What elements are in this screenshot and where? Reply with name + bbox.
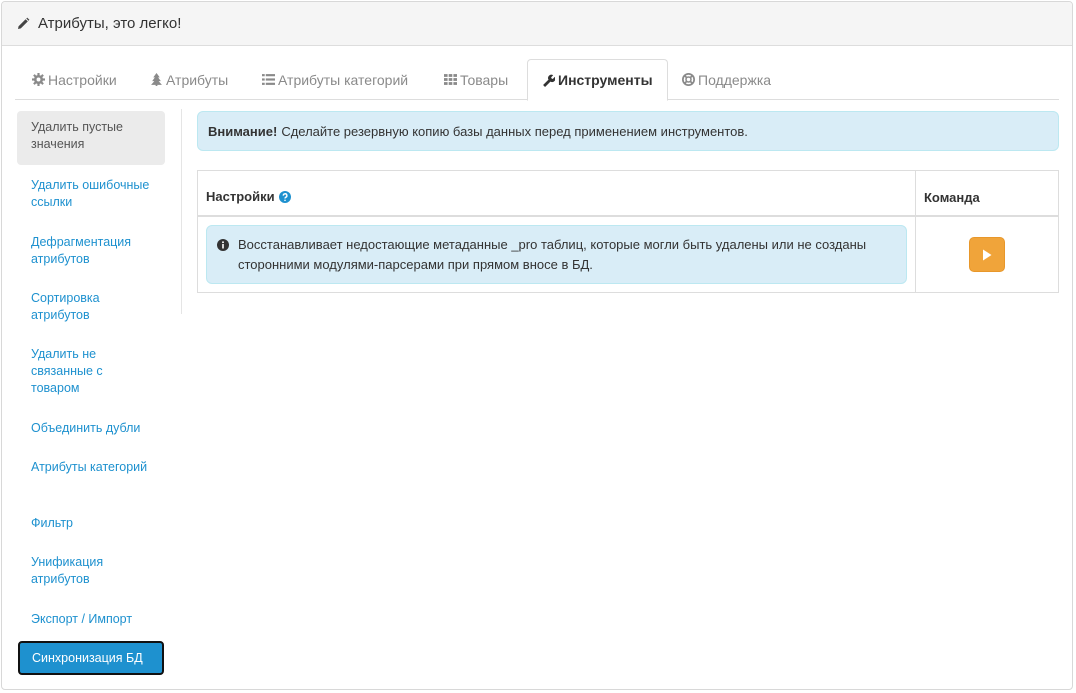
sidebar-item-export-import[interactable]: Экспорт / Импорт: [17, 603, 165, 636]
info-icon: [217, 239, 229, 251]
grid-icon: [444, 74, 457, 85]
tools-table: Настройки Команда Восстанавливает недост…: [197, 170, 1059, 293]
tab-label: Товары: [460, 71, 509, 88]
sidebar-item-remove-empty[interactable]: Удалить пустые значения: [17, 111, 165, 165]
tab-attributes[interactable]: Атрибуты: [150, 59, 228, 100]
help-icon[interactable]: [278, 190, 291, 203]
sidebar-item-filter[interactable]: Фильтр: [17, 507, 165, 540]
tab-tools[interactable]: Инструменты: [527, 59, 668, 101]
gear-icon: [32, 73, 45, 86]
column-header-settings-label: Настройки: [206, 189, 275, 204]
tool-description: Восстанавливает недостающие метаданные _…: [206, 225, 907, 284]
header-divider: [198, 215, 1058, 217]
tab-settings[interactable]: Настройки: [32, 59, 117, 100]
tab-label: Инструменты: [558, 72, 653, 88]
tab-category-attributes[interactable]: Атрибуты категорий: [262, 59, 408, 100]
sidebar-item-db-sync[interactable]: Синхронизация БД: [18, 641, 164, 675]
sidebar-item-merge-duplicates[interactable]: Объединить дубли: [17, 412, 165, 445]
tree-icon: [151, 73, 162, 86]
tool-description-text: Восстанавливает недостающие метаданные _…: [238, 237, 867, 272]
tab-support[interactable]: Поддержка: [682, 59, 771, 100]
alert-strong: Внимание!: [208, 123, 278, 139]
run-button[interactable]: [969, 237, 1005, 272]
page-title: Атрибуты, это легко!: [38, 15, 182, 32]
tab-label: Поддержка: [698, 71, 772, 88]
sidebar-item-remove-unlinked[interactable]: Удалить не связанные с товаром: [17, 338, 165, 405]
column-header-command: Команда: [924, 190, 980, 205]
column-header-settings: Настройки: [206, 189, 291, 204]
list-icon: [262, 74, 275, 85]
sidebar-item-sort-attributes[interactable]: Сортировка атрибутов: [17, 282, 165, 332]
play-icon: [983, 249, 992, 260]
wrench-icon: [543, 74, 555, 87]
tab-bar: Настройки Атрибуты Атрибуты категорий То…: [15, 59, 1059, 101]
tab-label: Атрибуты категорий: [278, 71, 409, 88]
column-divider: [915, 171, 916, 292]
sidebar-item-category-attributes[interactable]: Атрибуты категорий: [17, 451, 165, 484]
tab-label: Настройки: [48, 71, 117, 88]
warning-alert: Внимание! Сделайте резервную копию базы …: [197, 111, 1059, 151]
sidebar-item-unify-attributes[interactable]: Унификация атрибутов: [17, 546, 165, 596]
tab-label: Атрибуты: [166, 71, 229, 88]
panel-heading: Атрибуты, это легко!: [2, 2, 1072, 46]
alert-text: Сделайте резервную копию базы данных пер…: [281, 123, 748, 139]
lifebuoy-icon: [682, 73, 695, 86]
sidebar-item-defragment[interactable]: Дефрагментация атрибутов: [17, 226, 165, 276]
sidebar-item-remove-broken-links[interactable]: Удалить ошибочные ссылки: [17, 169, 165, 219]
tab-products[interactable]: Товары: [444, 59, 508, 100]
pencil-icon: [18, 17, 30, 29]
